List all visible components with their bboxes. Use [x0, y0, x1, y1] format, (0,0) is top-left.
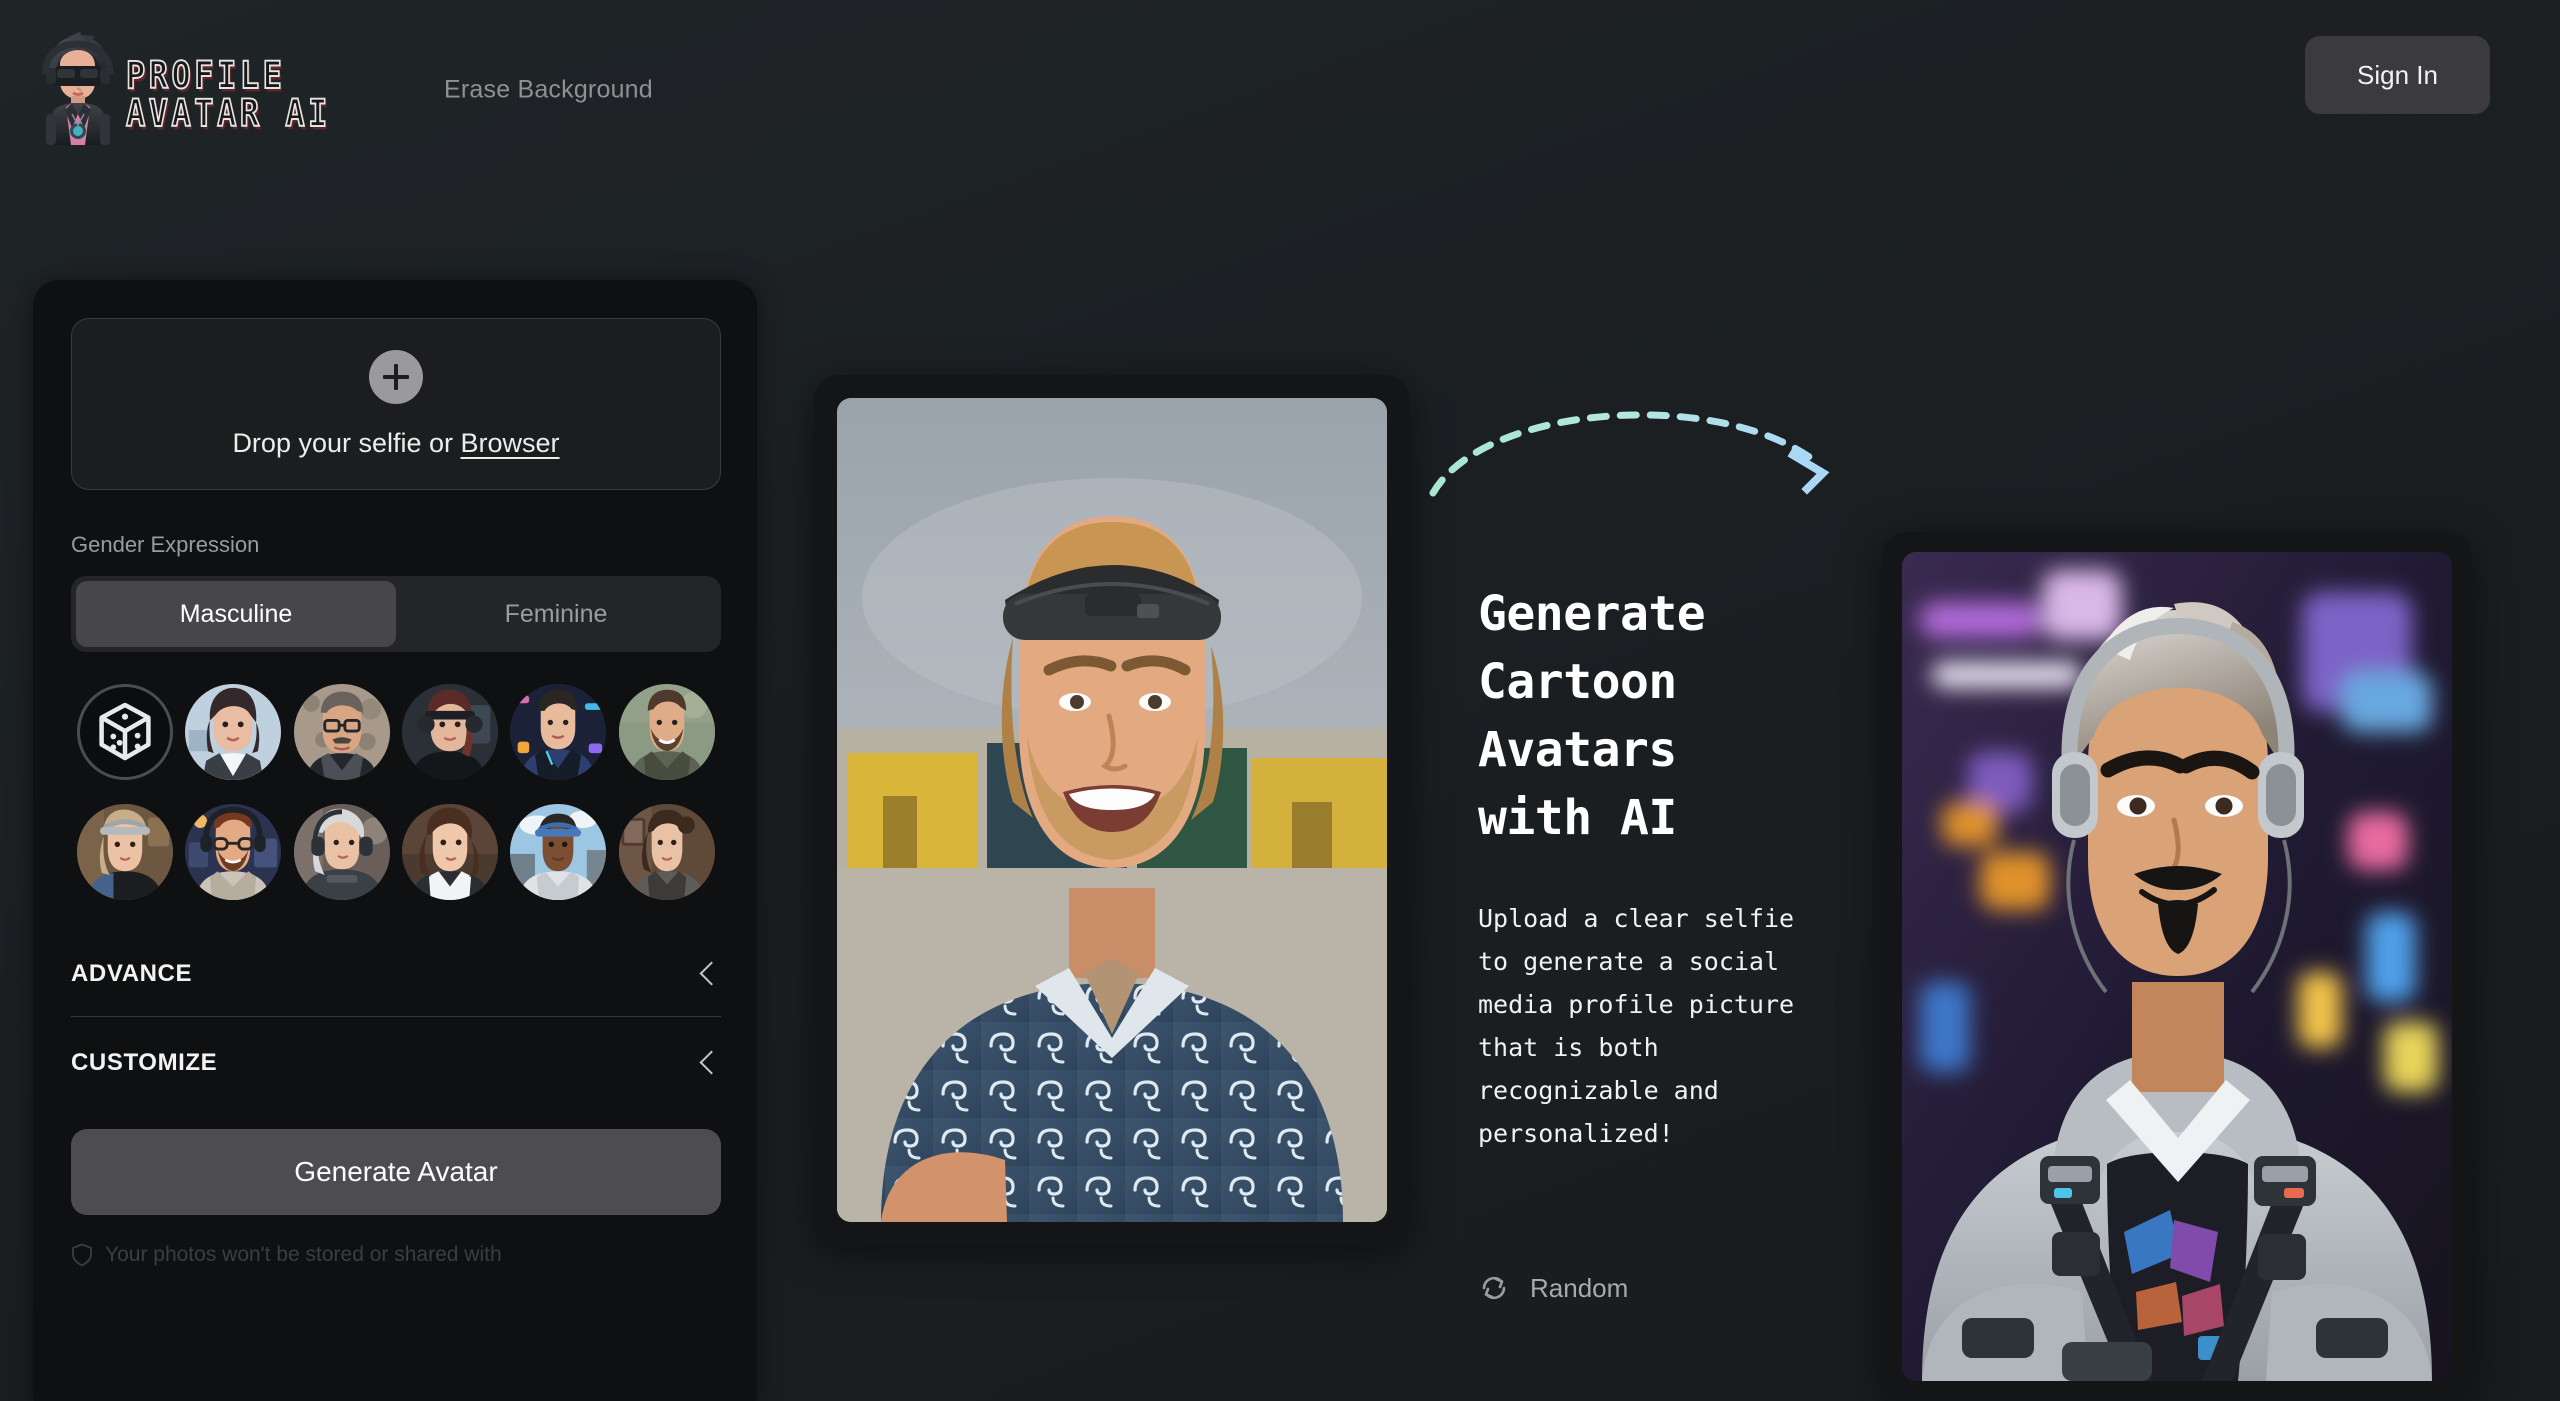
style-thumb-man-glasses[interactable] [293, 684, 390, 780]
dropzone-label: Drop your selfie or Browser [232, 428, 559, 459]
random-label: Random [1530, 1272, 1629, 1303]
chevron-left-icon[interactable] [695, 1050, 721, 1076]
refresh-icon [1482, 1276, 1506, 1300]
dropzone-prefix: Drop your selfie or [232, 427, 461, 458]
style-thumb-woman-collar[interactable] [402, 804, 499, 900]
style-thumb-man-neon[interactable] [510, 684, 607, 780]
style-thumb-man-beard[interactable] [618, 684, 715, 780]
upload-dropzone[interactable]: Drop your selfie or Browser [71, 318, 721, 490]
style-thumb-woman-bun[interactable] [618, 804, 715, 900]
source-photo-card[interactable] [814, 375, 1410, 1245]
plus-circle-icon [369, 349, 423, 404]
style-thumb-boy-city[interactable] [510, 804, 607, 900]
gender-option-feminine[interactable]: Feminine [396, 581, 716, 647]
privacy-note: Your photos won't be stored or shared wi… [71, 1243, 719, 1267]
section-advance-label: ADVANCE [71, 960, 193, 987]
source-photo-image [837, 398, 1387, 1222]
hero-copy: Generate Cartoon Avatars with AI Upload … [1478, 580, 1838, 1155]
style-thumb-woman-gamer[interactable] [402, 684, 499, 780]
result-avatar-image [1902, 552, 2452, 1381]
hero-subcopy: Upload a clear selfie to generate a soci… [1478, 903, 1795, 1148]
brand-logo[interactable]: PROFILE AVATAR AI [32, 30, 352, 145]
app-header: PROFILE AVATAR AI Erase Background Sign … [0, 0, 2560, 185]
dice-icon [99, 702, 151, 761]
dashed-curved-arrow [1429, 411, 1830, 497]
style-thumb-random[interactable] [77, 684, 174, 780]
style-thumbnail-grid [71, 684, 721, 900]
section-advance[interactable]: ADVANCE [71, 960, 721, 988]
privacy-note-text: Your photos won't be stored or shared wi… [105, 1243, 502, 1266]
style-thumb-woman-silver[interactable] [293, 804, 390, 900]
gender-option-masculine[interactable]: Masculine [76, 581, 396, 647]
style-thumb-woman-cap[interactable] [77, 804, 174, 900]
gender-expression-toggle[interactable]: Masculine Feminine [71, 576, 721, 652]
brand-line-1: PROFILE [125, 52, 286, 97]
shield-icon [72, 1243, 92, 1267]
control-sidebar: Drop your selfie or Browser Gender Expre… [33, 280, 757, 1401]
browse-link[interactable]: Browser [461, 428, 560, 458]
result-avatar-card[interactable] [1882, 532, 2472, 1401]
random-button[interactable]: Random [1478, 1272, 1628, 1304]
hero-headline: Generate Cartoon Avatars with AI [1478, 586, 1706, 847]
brand-line-2: AVATAR AI [125, 90, 331, 136]
logo-avatar-icon [32, 30, 124, 145]
section-customize[interactable]: CUSTOMIZE [71, 1049, 721, 1077]
chevron-left-icon[interactable] [695, 961, 721, 987]
gender-expression-label: Gender Expression [71, 532, 260, 557]
brand-wordmark: PROFILE AVATAR AI [125, 46, 331, 136]
section-customize-label: CUSTOMIZE [71, 1049, 218, 1076]
style-thumb-man-headphones[interactable] [185, 804, 282, 900]
page-root: PROFILE AVATAR AI Erase Background Sign … [0, 0, 2560, 1401]
sign-in-button[interactable]: Sign In [2305, 36, 2490, 114]
style-thumb-woman-blazer[interactable] [185, 684, 282, 780]
nav-erase-background[interactable]: Erase Background [444, 76, 653, 105]
generate-avatar-button[interactable]: Generate Avatar [71, 1129, 721, 1215]
